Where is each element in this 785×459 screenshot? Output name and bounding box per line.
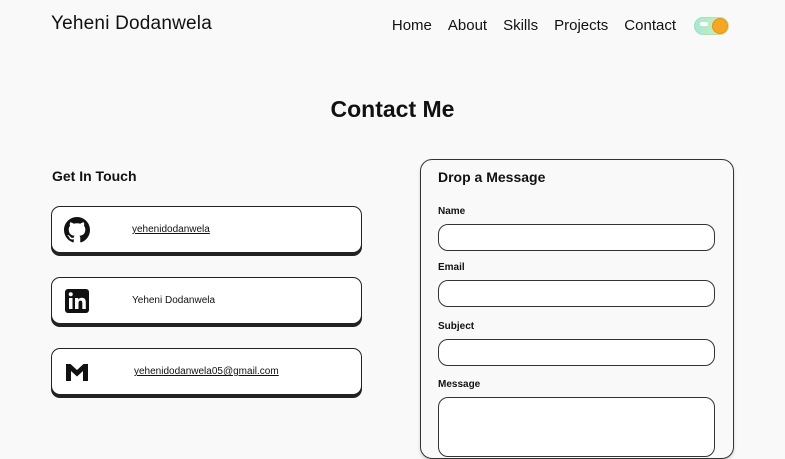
linkedin-name: Yeheni Dodanwela bbox=[132, 295, 216, 306]
email-label: Email bbox=[438, 262, 465, 273]
github-link[interactable]: yehenidodanwela bbox=[132, 224, 210, 235]
github-icon bbox=[64, 217, 90, 243]
nav-skills[interactable]: Skills bbox=[503, 17, 538, 34]
nav-contact[interactable]: Contact bbox=[624, 17, 676, 34]
message-form: Drop a Message Name Email Subject Messag… bbox=[420, 159, 734, 459]
nav-about[interactable]: About bbox=[448, 17, 487, 34]
nav-projects[interactable]: Projects bbox=[554, 17, 608, 34]
linkedin-icon bbox=[65, 289, 89, 313]
form-title: Drop a Message bbox=[438, 169, 546, 185]
page-title: Contact Me bbox=[330, 96, 455, 122]
gmail-card[interactable]: yehenidodanwela05@gmail.com bbox=[51, 348, 362, 395]
gmail-icon bbox=[66, 364, 88, 381]
email-link[interactable]: yehenidodanwela05@gmail.com bbox=[134, 366, 279, 377]
message-label: Message bbox=[438, 379, 481, 390]
theme-toggle[interactable] bbox=[694, 17, 729, 35]
get-in-touch-title: Get In Touch bbox=[52, 168, 137, 184]
brand-name[interactable]: Yeheni Dodanwela bbox=[51, 13, 212, 35]
main-nav: Home About Skills Projects Contact bbox=[392, 17, 676, 34]
email-field[interactable] bbox=[438, 280, 715, 307]
cloud-icon bbox=[700, 22, 708, 26]
message-field[interactable] bbox=[438, 397, 715, 457]
github-card[interactable]: yehenidodanwela bbox=[51, 206, 362, 253]
name-label: Name bbox=[438, 206, 466, 217]
subject-label: Subject bbox=[438, 321, 475, 332]
linkedin-card[interactable]: Yeheni Dodanwela bbox=[51, 277, 362, 324]
name-field[interactable] bbox=[438, 224, 715, 251]
subject-field[interactable] bbox=[438, 339, 715, 366]
nav-home[interactable]: Home bbox=[392, 17, 432, 34]
sun-icon bbox=[713, 19, 727, 33]
